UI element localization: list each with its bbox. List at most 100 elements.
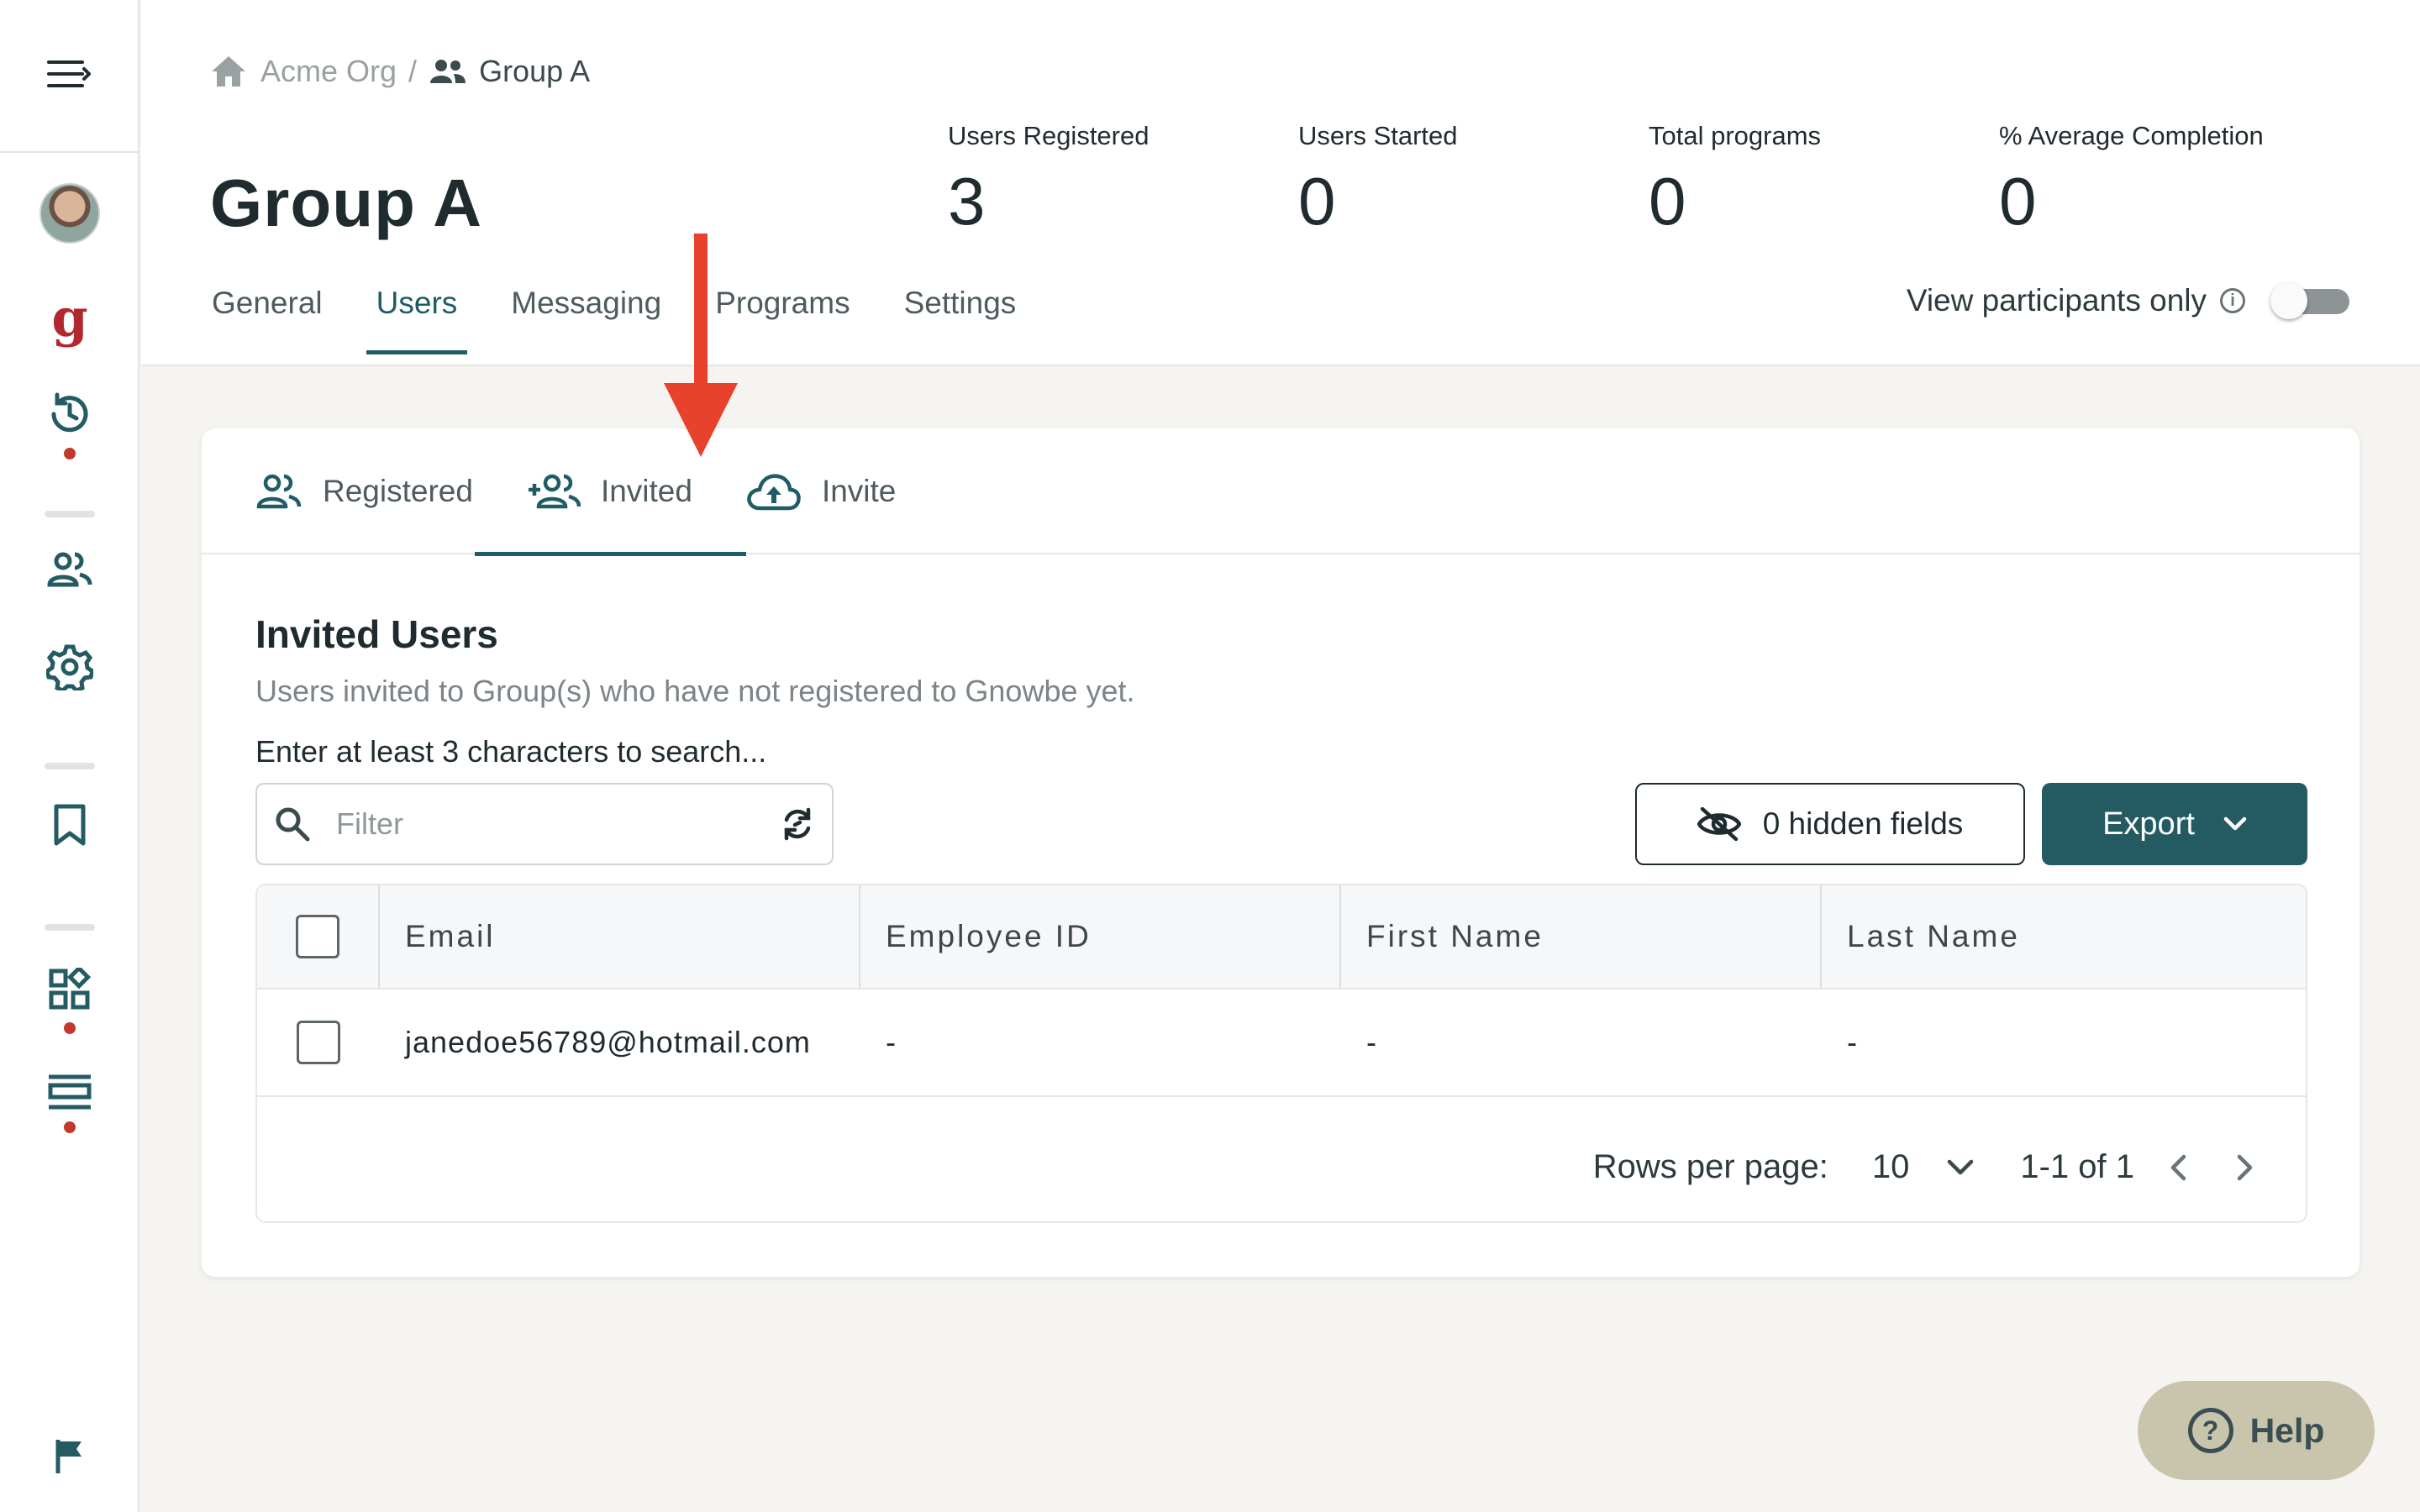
cell-employee-id: - (886, 1025, 897, 1059)
previous-page-button[interactable] (2168, 1153, 2188, 1182)
rows-per-page-label: Rows per page: (1592, 1148, 1828, 1185)
flag-icon[interactable] (53, 1438, 87, 1479)
gear-icon[interactable] (45, 643, 95, 695)
stat-label: Users Registered (948, 121, 1150, 150)
notification-dot (64, 1121, 76, 1133)
sidebar-item-report[interactable] (0, 1438, 139, 1479)
sidebar-divider (45, 763, 95, 769)
column-header-employee-id[interactable]: Employee ID (860, 885, 1341, 988)
sidebar-item-gnowbe[interactable]: g (0, 292, 139, 344)
menu-expand-icon[interactable] (47, 59, 92, 93)
notification-dot (64, 1022, 76, 1034)
hidden-fields-button[interactable]: 0 hidden fields (1635, 783, 2025, 865)
stat-label: % Average Completion (1999, 121, 2264, 150)
pagination-range: 1-1 of 1 (2020, 1148, 2134, 1185)
search-icon (274, 806, 311, 843)
sidebar-item-content[interactable] (0, 1074, 139, 1133)
section-title: Invited Users (255, 612, 498, 656)
breadcrumb: Acme Org / Group A (210, 54, 590, 89)
cell-last-name: - (1847, 1025, 1858, 1059)
stat-average-completion: % Average Completion 0 (1999, 121, 2264, 235)
apps-grid-icon[interactable] (48, 965, 92, 1016)
sidebar-item-activity[interactable] (0, 391, 139, 459)
page-title: Group A (210, 165, 482, 240)
export-button[interactable]: Export (2042, 783, 2307, 865)
select-all-checkbox[interactable] (296, 915, 339, 958)
subtab-label: Invite (821, 474, 897, 508)
sidebar-divider (45, 511, 95, 517)
sidebar-item-bookmarks[interactable] (0, 803, 139, 851)
add-users-icon (527, 473, 581, 510)
table-row[interactable]: janedoe56789@hotmail.com - - - (257, 990, 2306, 1097)
chevron-down-icon[interactable] (1946, 1158, 1975, 1177)
avatar[interactable] (39, 183, 100, 244)
search-hint: Enter at least 3 characters to search... (255, 734, 767, 769)
invited-users-table: Email Employee ID First Name Last Name j… (255, 884, 2307, 1223)
tab-settings[interactable]: Settings (894, 277, 1027, 346)
subtab-label: Registered (323, 474, 473, 508)
stat-total-programs: Total programs 0 (1649, 121, 1821, 235)
table-header: Email Employee ID First Name Last Name (257, 885, 2306, 990)
sidebar-item-apps[interactable] (0, 965, 139, 1034)
rows-per-page-select[interactable]: 10 (1872, 1148, 1910, 1186)
sidebar-item-users[interactable] (0, 551, 139, 592)
breadcrumb-org[interactable]: Acme Org (260, 54, 397, 89)
stat-users-registered: Users Registered 3 (948, 121, 1149, 235)
stat-value: 0 (1999, 164, 2037, 239)
help-button[interactable]: ? Help (2138, 1381, 2375, 1480)
column-header-email[interactable]: Email (380, 885, 860, 988)
tab-messaging[interactable]: Messaging (501, 277, 671, 346)
filter-input[interactable] (336, 806, 780, 842)
page-header: Acme Org / Group A Group A Users Registe… (141, 0, 2420, 366)
home-icon[interactable] (210, 55, 247, 88)
chevron-down-icon (2223, 816, 2247, 832)
cell-first-name: - (1366, 1025, 1377, 1059)
users-icon (255, 473, 302, 510)
info-icon[interactable]: i (2220, 288, 2245, 313)
layout-list-icon[interactable] (47, 1074, 92, 1115)
users-icon[interactable] (46, 551, 93, 592)
stat-label: Total programs (1649, 121, 1822, 150)
view-participants-control: View participants only i (1907, 282, 2349, 319)
cell-email: janedoe56789@hotmail.com (405, 1025, 811, 1059)
history-icon[interactable] (47, 391, 92, 441)
subtab-invite[interactable]: Invite (746, 428, 950, 554)
user-subtabs: Registered Invited Invite (202, 428, 2360, 556)
annotation-arrow-icon (664, 234, 738, 457)
help-label: Help (2249, 1410, 2325, 1450)
view-participants-toggle[interactable] (2270, 282, 2349, 319)
export-label: Export (2102, 806, 2195, 842)
stat-label: Users Started (1298, 121, 1458, 150)
sidebar-item-profile[interactable] (0, 183, 139, 244)
tab-general[interactable]: General (202, 277, 333, 346)
next-page-button[interactable] (2235, 1153, 2255, 1182)
users-card: Registered Invited Invite Invited Users … (202, 428, 2360, 1277)
help-circle-icon: ? (2187, 1408, 2233, 1453)
column-header-last-name[interactable]: Last Name (1822, 885, 2302, 988)
stat-value: 3 (948, 164, 986, 239)
breadcrumb-separator: / (408, 54, 418, 88)
column-header-first-name[interactable]: First Name (1341, 885, 1822, 988)
tab-users[interactable]: Users (366, 277, 468, 354)
sidebar-divider (45, 924, 95, 931)
view-participants-label: View participants only (1906, 283, 2207, 318)
notification-dot (64, 448, 76, 459)
pagination: Rows per page: 10 1-1 of 1 (1593, 1148, 2255, 1186)
group-icon (429, 58, 467, 85)
row-checkbox[interactable] (297, 1021, 340, 1064)
breadcrumb-group: Group A (479, 54, 591, 88)
sidebar-item-settings[interactable] (0, 643, 139, 695)
bookmark-icon[interactable] (51, 803, 88, 851)
stat-users-started: Users Started 0 (1298, 121, 1458, 235)
subtab-registered[interactable]: Registered (255, 428, 527, 554)
stat-value: 0 (1298, 164, 1336, 239)
stat-value: 0 (1649, 164, 1686, 239)
section-description: Users invited to Group(s) who have not r… (255, 674, 1135, 708)
gnowbe-logo-icon[interactable]: g (51, 292, 87, 344)
filter-field[interactable] (255, 783, 834, 865)
main-tabs: General Users Messaging Programs Setting… (202, 277, 1060, 354)
refresh-icon[interactable] (780, 806, 815, 842)
eye-off-icon (1697, 807, 1741, 841)
sidebar-toggle[interactable] (0, 0, 138, 153)
hidden-fields-label: 0 hidden fields (1762, 806, 1964, 841)
